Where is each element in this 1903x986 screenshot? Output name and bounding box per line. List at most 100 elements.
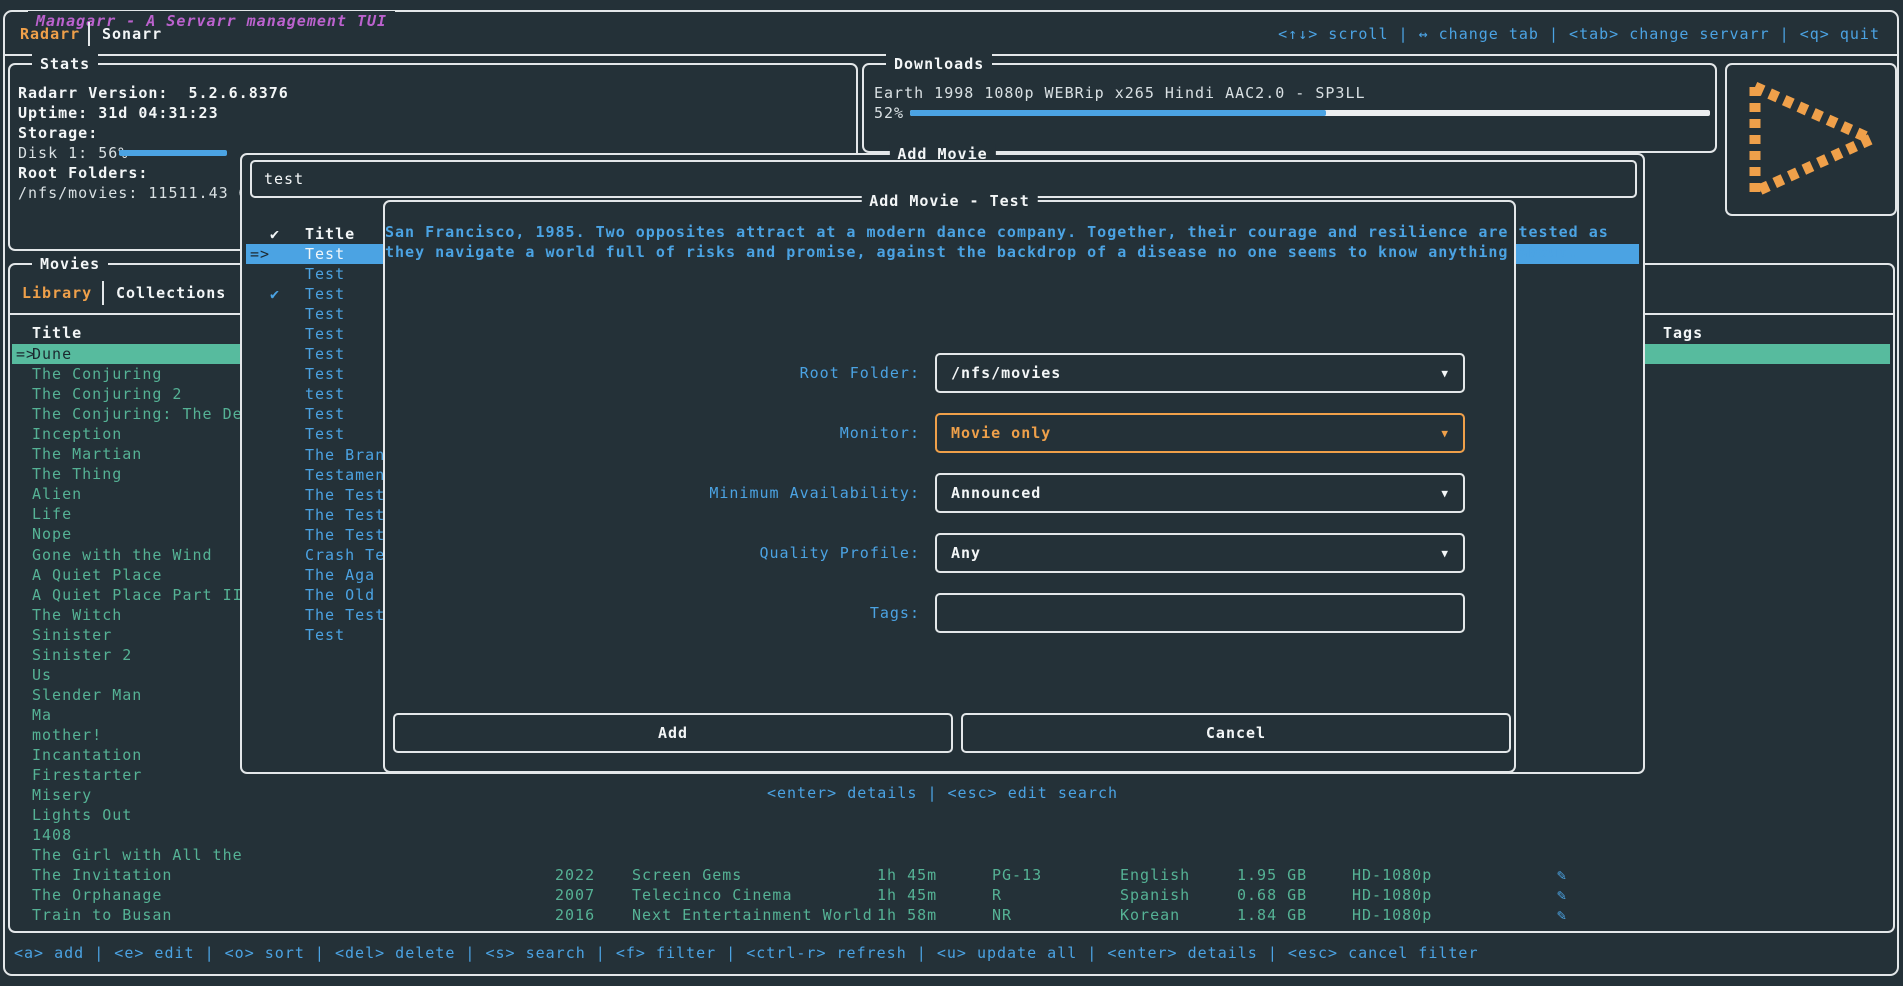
table-row[interactable]: The Orphanage2007Telecinco Cinema1h 45mR…: [10, 885, 1893, 905]
movie-title: 1408: [32, 825, 245, 845]
movie-rating: R: [992, 885, 1002, 905]
chevron-down-icon: ▼: [1441, 535, 1449, 572]
movie-title: The Conjuring: [32, 364, 245, 384]
tab-collections[interactable]: Collections: [116, 283, 226, 303]
movie-quality: HD-1080p: [1352, 905, 1432, 925]
cancel-button[interactable]: Cancel: [961, 713, 1511, 753]
field-value-root-folder: /nfs/movies: [951, 363, 1061, 383]
table-row[interactable]: 1408: [10, 825, 1893, 845]
movie-size: 0.68 GB: [1237, 885, 1307, 905]
result-title: Test: [305, 404, 389, 424]
result-title: The Test: [305, 525, 389, 545]
movie-year: 2016: [555, 905, 595, 925]
downloads-panel: Downloads Earth 1998 1080p WEBRip x265 H…: [862, 63, 1717, 153]
select-monitor[interactable]: Movie only ▼: [935, 413, 1465, 453]
movies-panel-title: Movies: [32, 254, 108, 274]
column-header-tags: Tags: [1663, 323, 1703, 343]
field-value-monitor: Movie only: [951, 423, 1051, 443]
movie-quality: HD-1080p: [1352, 865, 1432, 885]
table-row[interactable]: Lights Out: [10, 805, 1893, 825]
field-label-minimum-availability: Minimum Availability:: [385, 483, 920, 503]
movie-year: 2022: [555, 865, 595, 885]
result-title: Crash Te: [305, 545, 389, 565]
chevron-down-icon: ▼: [1441, 415, 1449, 452]
edit-pencil-icon: ✎: [1557, 865, 1567, 885]
field-label-root-folder: Root Folder:: [385, 363, 920, 383]
bottom-keybind-help: <a> add | <e> edit | <o> sort | <del> de…: [14, 943, 1479, 963]
movie-overview-line2: they navigate a world full of risks and …: [385, 242, 1514, 262]
edit-pencil-icon: ✎: [1557, 885, 1567, 905]
result-title: The Aga: [305, 565, 389, 585]
field-value-minimum-availability: Announced: [951, 483, 1041, 503]
movie-title: The Martian: [32, 444, 245, 464]
movie-title: Slender Man: [32, 685, 245, 705]
result-title: Test: [305, 364, 389, 384]
select-root-folder[interactable]: /nfs/movies ▼: [935, 353, 1465, 393]
result-title: Test: [305, 344, 389, 364]
result-title: test: [305, 384, 389, 404]
tab-separator: [88, 22, 90, 46]
field-value-quality-profile: Any: [951, 543, 981, 563]
table-row[interactable]: The Invitation2022Screen Gems1h 45mPG-13…: [10, 865, 1893, 885]
movie-title: A Quiet Place: [32, 565, 245, 585]
select-quality-profile[interactable]: Any ▼: [935, 533, 1465, 573]
stats-disk-line: Disk 1: 56%: [18, 143, 128, 163]
movie-title: Alien: [32, 484, 245, 504]
result-title: Test: [305, 244, 389, 264]
movie-quality: HD-1080p: [1352, 885, 1432, 905]
movie-runtime: 1h 45m: [877, 865, 937, 885]
movie-title: The Orphanage: [32, 885, 245, 905]
stats-uptime: Uptime: 31d 04:31:23: [18, 103, 219, 123]
add-button[interactable]: Add: [393, 713, 953, 753]
stats-root-folders-label: Root Folders:: [18, 163, 148, 183]
input-tags[interactable]: [935, 593, 1465, 633]
movie-title: Sinister 2: [32, 645, 245, 665]
download-progress-fill: [910, 110, 1326, 116]
select-minimum-availability[interactable]: Announced▼: [935, 473, 1465, 513]
popup-header-title: Title: [305, 224, 355, 244]
table-row[interactable]: The Girl with All the: [10, 845, 1893, 865]
movie-size: 1.84 GB: [1237, 905, 1307, 925]
app-title: Managarr - A Servarr management TUI: [28, 11, 395, 31]
download-percent-label: 52%: [874, 103, 904, 123]
in-library-check-icon: ✔: [270, 284, 280, 304]
result-title: The Old: [305, 585, 389, 605]
movie-title: Dune: [32, 344, 245, 364]
result-title: Testamen: [305, 465, 389, 485]
movie-search-value: test: [264, 169, 304, 189]
movie-title: Misery: [32, 785, 245, 805]
movie-year: 2007: [555, 885, 595, 905]
chevron-down-icon: ▼: [1441, 355, 1449, 392]
movie-title: Firestarter: [32, 765, 245, 785]
movie-studio: Telecinco Cinema: [632, 885, 875, 905]
movie-language: Korean: [1120, 905, 1180, 925]
movie-rating: PG-13: [992, 865, 1042, 885]
movie-language: Spanish: [1120, 885, 1190, 905]
movie-rating: NR: [992, 905, 1012, 925]
field-label-quality-profile: Quality Profile:: [385, 543, 920, 563]
movie-title: Inception: [32, 424, 245, 444]
add-movie-modal-title: Add Movie - Test: [861, 191, 1038, 211]
movie-title: Train to Busan: [32, 905, 245, 925]
managarr-screen: Managarr - A Servarr management TUI Rada…: [0, 0, 1903, 986]
tab-library[interactable]: Library: [22, 283, 92, 303]
result-title: The Test: [305, 605, 389, 625]
movie-title: Lights Out: [32, 805, 245, 825]
movie-title: The Conjuring 2: [32, 384, 245, 404]
movie-title: Sinister: [32, 625, 245, 645]
table-row[interactable]: Train to Busan 2016 Next Entertainment Wor…: [10, 905, 1893, 925]
field-label-tags: Tags:: [385, 603, 920, 623]
column-header-title: Title: [32, 323, 82, 343]
download-item-name: Earth 1998 1080p WEBRip x265 Hindi AAC2.…: [874, 83, 1366, 103]
result-title: Test: [305, 625, 389, 645]
download-progress-track: [910, 110, 1710, 116]
tab-radarr[interactable]: Radarr: [20, 24, 80, 44]
movie-studio: Next Entertainment World: [632, 905, 875, 925]
tab-sonarr[interactable]: Sonarr: [102, 24, 162, 44]
movie-title: The Conjuring: The De: [32, 404, 245, 424]
result-title: Test: [305, 264, 389, 284]
downloads-panel-title: Downloads: [886, 54, 992, 74]
result-title: Test: [305, 424, 389, 444]
movie-title: The Thing: [32, 464, 245, 484]
edit-pencil-icon: ✎: [1557, 905, 1567, 925]
